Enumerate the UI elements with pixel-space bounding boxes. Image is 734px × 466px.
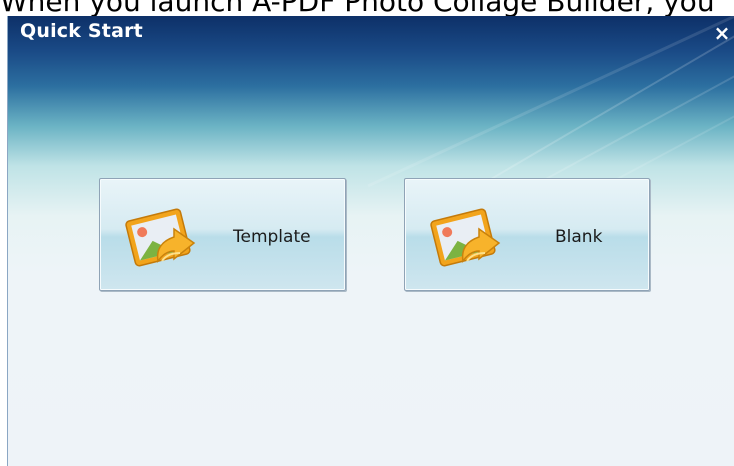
- close-icon[interactable]: ×: [711, 22, 733, 44]
- blank-button-label: Blank: [555, 227, 603, 247]
- photo-folder-icon: [430, 208, 501, 267]
- blank-button[interactable]: Blank: [404, 178, 650, 291]
- photo-folder-icon: [125, 208, 196, 267]
- background-document-text: When you launch A-PDF Photo Collage Buil…: [0, 0, 715, 17]
- template-button[interactable]: Template: [99, 178, 346, 291]
- quick-start-dialog: Quick Start × Template Blank: [7, 16, 734, 466]
- template-button-label: Template: [233, 227, 311, 247]
- dialog-title: Quick Start: [20, 20, 143, 42]
